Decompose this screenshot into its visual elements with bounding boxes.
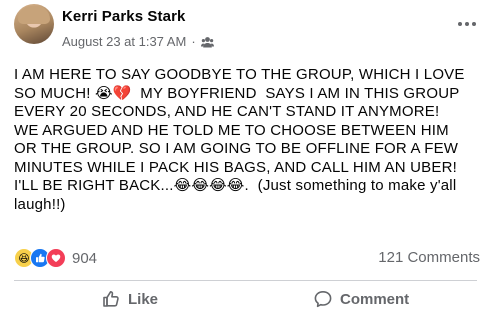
post-timestamp[interactable]: August 23 at 1:37 AM [62, 34, 186, 49]
like-label: Like [128, 290, 159, 308]
comments-count[interactable]: 121 Comments [378, 249, 480, 266]
post-meta: August 23 at 1:37 AM · [62, 34, 214, 49]
comment-button[interactable]: Comment [314, 284, 409, 314]
reactions-summary[interactable]: 😆 904 [14, 248, 97, 268]
comment-icon [314, 290, 332, 308]
divider [14, 280, 477, 281]
dot [465, 22, 469, 26]
avatar[interactable] [14, 4, 54, 44]
group-icon [200, 36, 214, 48]
dot [472, 22, 476, 26]
post-text: I AM HERE TO SAY GOODBYE TO THE GROUP, W… [14, 66, 465, 213]
post-author[interactable]: Kerri Parks Stark [62, 8, 185, 25]
reaction-count[interactable]: 904 [72, 250, 97, 267]
like-button[interactable]: Like [102, 284, 158, 314]
comment-label: Comment [340, 290, 410, 308]
more-dots-icon[interactable] [453, 10, 481, 38]
love-reaction-icon [46, 248, 66, 268]
dot [458, 22, 462, 26]
meta-separator: · [191, 34, 196, 49]
thumbs-up-icon [102, 290, 120, 308]
